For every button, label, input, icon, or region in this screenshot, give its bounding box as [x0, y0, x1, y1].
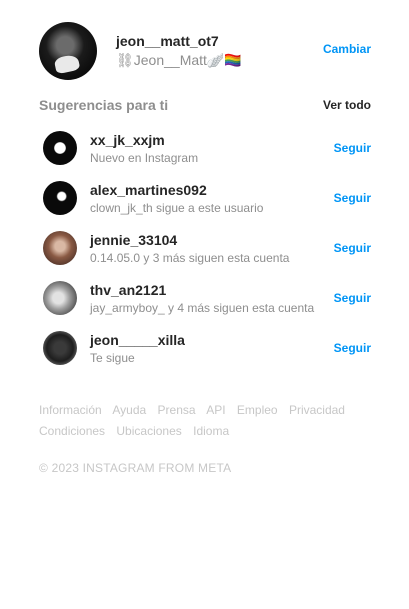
suggestion-item: jennie_33104 0.14.05.0 y 3 más siguen es…	[43, 229, 371, 279]
footer-links: Información Ayuda Prensa API Empleo Priv…	[39, 400, 369, 442]
current-user-avatar[interactable]	[39, 22, 97, 80]
suggestions-title: Sugerencias para ti	[39, 97, 169, 113]
suggestions-list: xx_jk_xxjm Nuevo en Instagram Seguir ale…	[43, 129, 371, 379]
suggestion-username[interactable]: thv_an2121	[90, 282, 166, 298]
footer-link-ayuda[interactable]: Ayuda	[112, 403, 146, 417]
current-username[interactable]: jeon__matt_ot7	[116, 33, 219, 49]
footer-link-privacidad[interactable]: Privacidad	[289, 403, 345, 417]
suggestion-avatar[interactable]	[43, 331, 77, 365]
footer-link-prensa[interactable]: Prensa	[158, 403, 196, 417]
follow-button[interactable]: Seguir	[334, 341, 371, 355]
footer-link-informacion[interactable]: Información	[39, 403, 102, 417]
suggestion-username[interactable]: alex_martines092	[90, 182, 207, 198]
follow-button[interactable]: Seguir	[334, 291, 371, 305]
suggestion-item: xx_jk_xxjm Nuevo en Instagram Seguir	[43, 129, 371, 179]
suggestions-header: Sugerencias para ti Ver todo	[39, 97, 371, 115]
suggestion-subtitle: jay_armyboy_ y 4 más siguen esta cuenta	[90, 301, 315, 315]
copyright-text: © 2023 INSTAGRAM FROM META	[39, 461, 232, 475]
footer-link-api[interactable]: API	[206, 403, 225, 417]
suggestion-item: alex_martines092 clown_jk_th sigue a est…	[43, 179, 371, 229]
suggestion-username[interactable]: jeon_____xilla	[90, 332, 185, 348]
suggestion-avatar[interactable]	[43, 131, 77, 165]
suggestion-avatar[interactable]	[43, 231, 77, 265]
footer-link-ubicaciones[interactable]: Ubicaciones	[116, 424, 181, 438]
suggestion-subtitle: 0.14.05.0 y 3 más siguen esta cuenta	[90, 251, 290, 265]
switch-account-button[interactable]: Cambiar	[323, 42, 371, 56]
suggestion-username[interactable]: xx_jk_xxjm	[90, 132, 165, 148]
see-all-button[interactable]: Ver todo	[323, 98, 371, 112]
suggestion-item: jeon_____xilla Te sigue Seguir	[43, 329, 371, 379]
suggestion-item: thv_an2121 jay_armyboy_ y 4 más siguen e…	[43, 279, 371, 329]
suggestion-username[interactable]: jennie_33104	[90, 232, 177, 248]
footer-link-idioma[interactable]: Idioma	[193, 424, 229, 438]
suggestion-subtitle: Te sigue	[90, 351, 135, 365]
follow-button[interactable]: Seguir	[334, 241, 371, 255]
footer-link-condiciones[interactable]: Condiciones	[39, 424, 105, 438]
follow-button[interactable]: Seguir	[334, 191, 371, 205]
suggestion-subtitle: clown_jk_th sigue a este usuario	[90, 201, 264, 215]
follow-button[interactable]: Seguir	[334, 141, 371, 155]
suggestion-subtitle: Nuevo en Instagram	[90, 151, 199, 165]
current-user-profile: jeon__matt_ot7 ⛓Jeon__Matt🪽🏳️‍🌈 Cambiar	[39, 21, 371, 81]
current-user-fullname: ⛓Jeon__Matt🪽🏳️‍🌈	[116, 52, 242, 68]
suggestion-avatar[interactable]	[43, 281, 77, 315]
suggestion-avatar[interactable]	[43, 181, 77, 215]
footer-link-empleo[interactable]: Empleo	[237, 403, 278, 417]
